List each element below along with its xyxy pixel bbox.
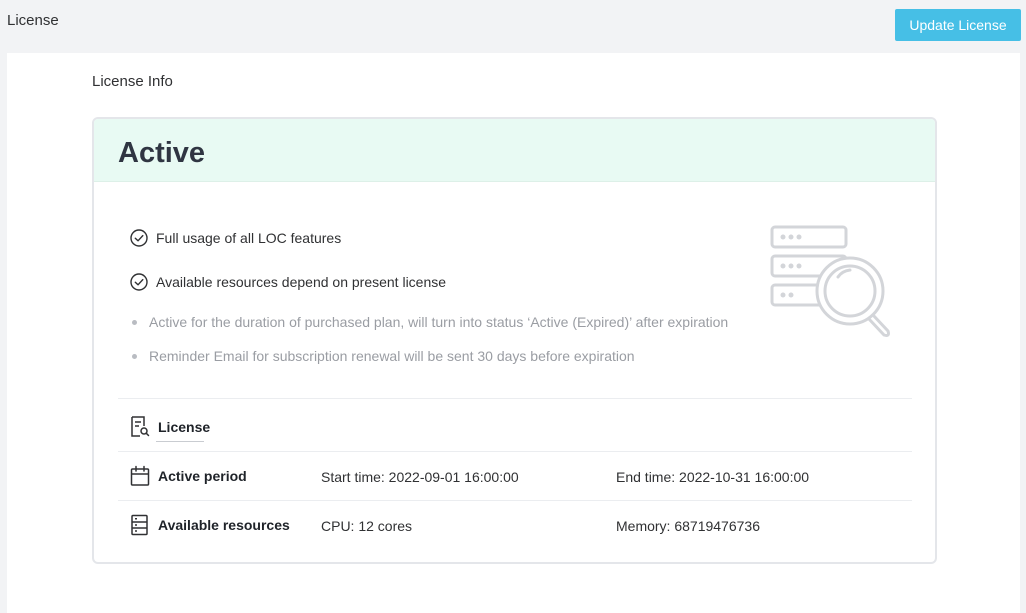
license-label: License bbox=[158, 419, 211, 435]
start-time: Start time: 2022-09-01 16:00:00 bbox=[321, 469, 519, 485]
license-status: Active bbox=[118, 137, 206, 169]
feature-item: Full usage of all LOC features bbox=[130, 229, 341, 247]
cpu-value: CPU: 12 cores bbox=[321, 518, 413, 534]
available-resources-text: Available resources bbox=[158, 517, 290, 533]
check-circle-icon bbox=[130, 273, 148, 291]
document-search-icon bbox=[131, 416, 150, 437]
server-search-icon bbox=[770, 225, 890, 337]
active-period-text: Active period bbox=[158, 468, 247, 484]
calendar-icon bbox=[130, 465, 150, 486]
divider bbox=[118, 451, 912, 452]
memory-value: Memory: 68719476736 bbox=[616, 518, 760, 534]
bullet-icon bbox=[132, 319, 137, 325]
divider bbox=[118, 398, 912, 399]
status-header: Active bbox=[94, 119, 935, 182]
divider bbox=[156, 441, 204, 442]
feature-text: Available resources depend on present li… bbox=[156, 274, 447, 290]
note-text: Active for the duration of purchased pla… bbox=[149, 314, 729, 330]
note-item: Reminder Email for subscription renewal … bbox=[132, 348, 635, 364]
divider bbox=[118, 500, 912, 501]
license-row-label: License bbox=[130, 416, 210, 438]
section-title: License Info bbox=[92, 73, 173, 90]
check-circle-icon bbox=[130, 229, 148, 247]
server-list-icon bbox=[131, 514, 148, 536]
feature-text: Full usage of all LOC features bbox=[156, 230, 342, 246]
active-period-label: Active period bbox=[130, 465, 247, 487]
update-license-button[interactable]: Update License bbox=[895, 9, 1021, 41]
page-title: License bbox=[7, 12, 59, 29]
available-resources-label: Available resources bbox=[130, 514, 290, 536]
end-time: End time: 2022-10-31 16:00:00 bbox=[616, 469, 810, 485]
note-text: Reminder Email for subscription renewal … bbox=[149, 348, 635, 364]
bullet-icon bbox=[132, 353, 137, 359]
note-item: Active for the duration of purchased pla… bbox=[132, 314, 728, 330]
main-content: License Info Active Full usage of all LO… bbox=[7, 53, 1020, 613]
feature-item: Available resources depend on present li… bbox=[130, 273, 446, 291]
license-card: Active Full usage of all LOC features Av… bbox=[92, 117, 937, 564]
